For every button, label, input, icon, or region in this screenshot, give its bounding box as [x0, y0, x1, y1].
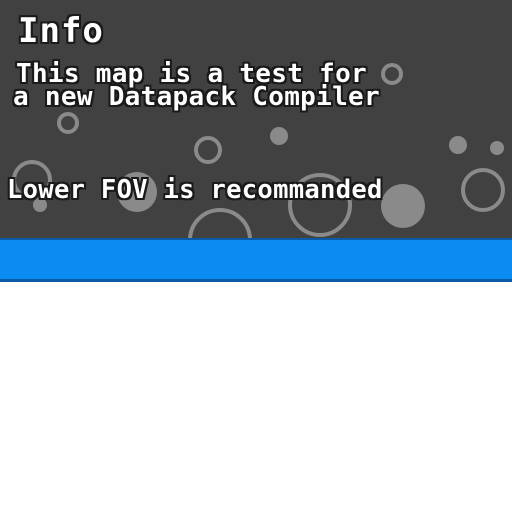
- game-screen: Info This map is a test for a new Datapa…: [0, 0, 512, 512]
- bubble-dot: [270, 127, 288, 145]
- blue-bar: [0, 238, 512, 282]
- bubble-dot: [381, 184, 425, 228]
- bubble-ring: [381, 63, 403, 85]
- fov-hint: Lower FOV is recommanded: [7, 175, 383, 205]
- info-title: Info: [18, 11, 104, 51]
- bubble-dot: [449, 136, 467, 154]
- bubble-ring: [461, 168, 505, 212]
- bubble-ring: [188, 208, 252, 238]
- info-description-line-2: a new Datapack Compiler: [13, 82, 380, 112]
- bubble-ring: [57, 112, 79, 134]
- bubble-dot: [490, 141, 504, 155]
- bubble-ring: [194, 136, 222, 164]
- info-panel: Info This map is a test for a new Datapa…: [0, 0, 512, 238]
- blank-area: [0, 285, 512, 512]
